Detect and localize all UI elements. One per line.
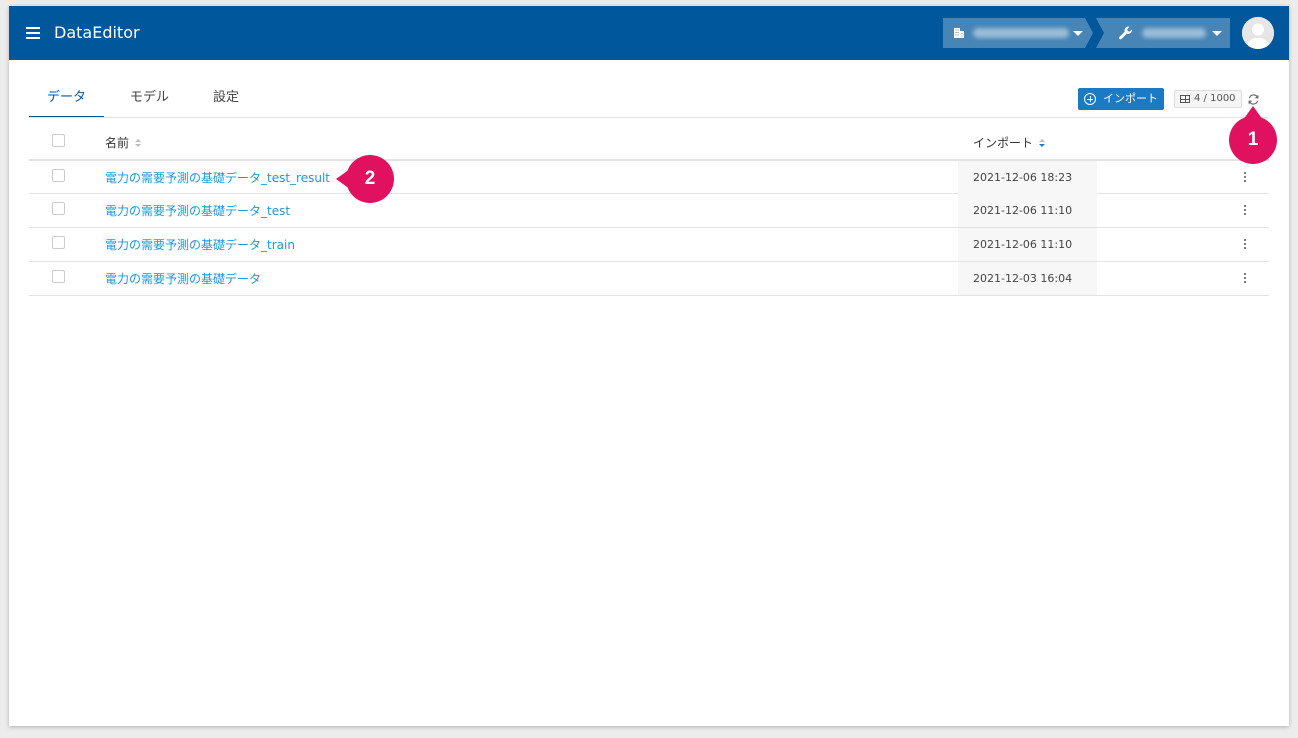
import-date: 2021-12-03 16:04	[973, 272, 1073, 285]
row-checkbox[interactable]	[52, 236, 65, 249]
column-header-name-label: 名前	[105, 136, 130, 150]
annotation-marker-1: 1	[1229, 106, 1277, 164]
table-row: 電力の需要予測の基礎データ_test 2021-12-06 11:10	[29, 194, 1269, 228]
tab-settings[interactable]: 設定	[195, 84, 257, 118]
import-date: 2021-12-06 11:10	[973, 204, 1073, 217]
table-row: 電力の需要予測の基礎データ_train 2021-12-06 11:10	[29, 228, 1269, 262]
column-header-import-label: インポート	[973, 136, 1034, 150]
sort-icon	[135, 139, 142, 148]
more-options-icon[interactable]	[1243, 239, 1247, 251]
record-count-badge: 4 / 1000	[1174, 90, 1242, 108]
menu-icon[interactable]	[26, 27, 40, 39]
table-header-row: 名前 インポート	[29, 126, 1269, 160]
annotation-marker-2: 2	[336, 155, 394, 203]
more-options-icon[interactable]	[1243, 172, 1247, 184]
row-checkbox[interactable]	[52, 169, 65, 182]
building-icon	[954, 28, 964, 38]
more-options-icon[interactable]	[1243, 273, 1247, 285]
sort-descending-icon	[1039, 139, 1046, 148]
more-options-icon[interactable]	[1243, 205, 1247, 217]
dataset-link[interactable]: 電力の需要予測の基礎データ	[105, 272, 261, 286]
workspace-name-redacted	[1142, 28, 1206, 38]
import-button[interactable]: インポート	[1078, 88, 1164, 110]
chevron-down-icon	[1212, 31, 1222, 36]
wrench-icon	[1119, 26, 1133, 40]
row-checkbox[interactable]	[52, 202, 65, 215]
organization-name-redacted	[973, 28, 1069, 38]
dataset-link[interactable]: 電力の需要予測の基礎データ_test_result	[105, 171, 330, 185]
add-circle-icon	[1084, 93, 1096, 105]
table-icon	[1180, 95, 1190, 103]
refresh-icon[interactable]	[1247, 93, 1260, 106]
record-count: 4 / 1000	[1194, 93, 1236, 104]
tab-bar: データ モデル 設定	[29, 84, 257, 118]
user-icon	[1242, 17, 1274, 49]
tab-data[interactable]: データ	[29, 84, 105, 118]
column-header-import[interactable]: インポート	[973, 126, 1046, 160]
column-header-name[interactable]: 名前	[105, 126, 142, 160]
chevron-down-icon	[1073, 31, 1083, 36]
avatar[interactable]	[1242, 17, 1274, 49]
row-checkbox[interactable]	[52, 270, 65, 283]
workspace-selector[interactable]	[1096, 18, 1230, 48]
dataset-link[interactable]: 電力の需要予測の基礎データ_test	[105, 204, 290, 218]
table-row: 電力の需要予測の基礎データ_test_result 2021-12-06 18:…	[29, 160, 1269, 194]
import-button-label: インポート	[1103, 92, 1158, 105]
app-title: DataEditor	[54, 23, 140, 42]
tab-divider	[29, 117, 1269, 118]
organization-selector[interactable]	[943, 18, 1093, 48]
top-bar: DataEditor	[9, 6, 1289, 60]
tab-model[interactable]: モデル	[112, 84, 187, 118]
import-date: 2021-12-06 18:23	[973, 171, 1073, 184]
table-row: 電力の需要予測の基礎データ 2021-12-03 16:04	[29, 262, 1269, 296]
app-window: DataEditor データ モデル 設定 インポート 4 / 1000 名前 …	[9, 6, 1289, 726]
select-all-checkbox[interactable]	[52, 134, 65, 147]
dataset-link[interactable]: 電力の需要予測の基礎データ_train	[105, 238, 295, 252]
import-date: 2021-12-06 11:10	[973, 238, 1073, 251]
data-table: 名前 インポート 電力の需要予測の基礎データ_test_result 2021-…	[29, 126, 1269, 296]
